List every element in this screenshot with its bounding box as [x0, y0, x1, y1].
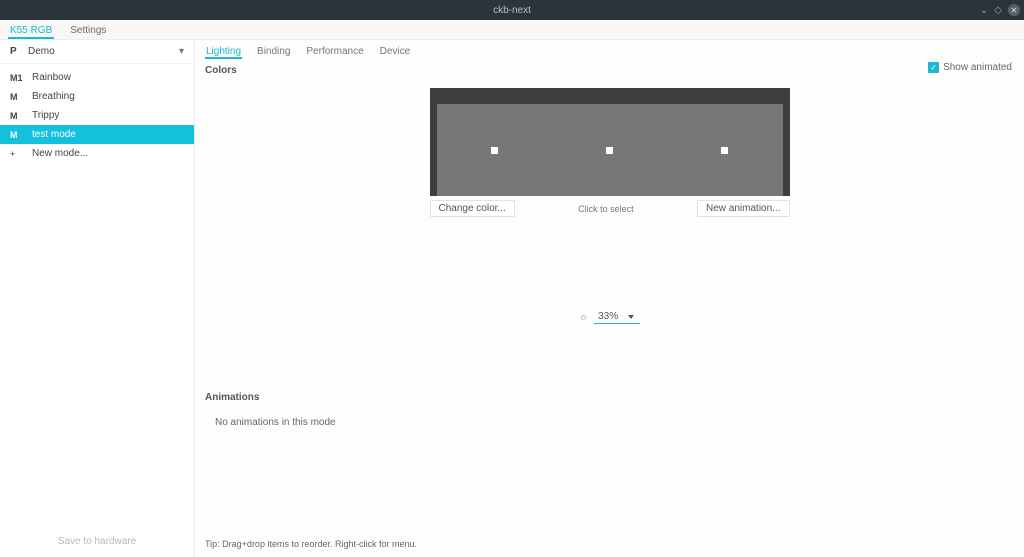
colors-section-label: Colors	[195, 59, 1024, 76]
subtab-device[interactable]: Device	[379, 44, 412, 59]
plus-icon: +	[10, 149, 32, 159]
mode-list: M1 Rainbow M Breathing M Trippy M test m…	[0, 64, 194, 528]
subtab-lighting[interactable]: Lighting	[205, 44, 242, 59]
subtab-performance[interactable]: Performance	[305, 44, 364, 59]
profile-name: Demo	[28, 46, 179, 57]
brightness-select[interactable]: 33%	[594, 311, 640, 324]
show-animated-label: Show animated	[943, 62, 1012, 73]
minimize-icon[interactable]: ⌄	[980, 5, 988, 16]
keyboard-zone-row	[437, 104, 783, 196]
mode-item-trippy[interactable]: M Trippy	[0, 106, 194, 125]
mode-item-rainbow[interactable]: M1 Rainbow	[0, 68, 194, 87]
brightness-value: 33%	[598, 311, 618, 322]
maximize-icon[interactable]: ◇	[994, 5, 1002, 16]
profile-letter: P	[10, 46, 28, 57]
window-controls: ⌄ ◇ ✕	[980, 0, 1020, 20]
window-title: ckb-next	[493, 5, 531, 16]
new-animation-button[interactable]: New animation...	[697, 200, 789, 217]
brightness-icon: ☼	[579, 312, 588, 323]
mode-item-testmode[interactable]: M test mode	[0, 125, 194, 144]
close-icon[interactable]: ✕	[1008, 4, 1020, 16]
subtab-binding[interactable]: Binding	[256, 44, 291, 59]
zone-key-2[interactable]	[606, 147, 613, 154]
zone-key-1[interactable]	[491, 147, 498, 154]
sub-tabs: Lighting Binding Performance Device	[195, 40, 1024, 59]
preview-toolbar: Change color... Click to select New anim…	[430, 200, 790, 217]
keyboard-preview[interactable]	[430, 88, 790, 196]
show-animated-toggle[interactable]: ✓ Show animated	[928, 62, 1012, 73]
add-mode[interactable]: + New mode...	[0, 144, 194, 163]
checkbox-icon: ✓	[928, 62, 939, 73]
animations-empty-text: No animations in this mode	[195, 403, 1024, 442]
zone-key-3[interactable]	[721, 147, 728, 154]
device-preview-area: Change color... Click to select New anim…	[430, 88, 790, 217]
main-panel: Lighting Binding Performance Device Colo…	[195, 40, 1024, 557]
change-color-button[interactable]: Change color...	[430, 200, 515, 217]
click-to-select-hint: Click to select	[578, 204, 634, 214]
chevron-down-icon: ▾	[179, 46, 184, 57]
tab-k55-rgb[interactable]: K55 RGB	[8, 21, 54, 39]
device-tabs: K55 RGB Settings	[0, 20, 1024, 40]
profile-selector[interactable]: P Demo ▾	[0, 40, 194, 64]
mode-item-breathing[interactable]: M Breathing	[0, 87, 194, 106]
save-to-hardware-button[interactable]: Save to hardware	[0, 528, 194, 557]
sidebar: P Demo ▾ M1 Rainbow M Breathing M Trippy…	[0, 40, 195, 557]
tab-settings[interactable]: Settings	[68, 21, 108, 39]
brightness-control: ☼ 33%	[195, 311, 1024, 324]
chevron-down-icon	[628, 315, 634, 319]
tip-text: Tip: Drag+drop items to reorder. Right-c…	[205, 539, 417, 549]
window-titlebar: ckb-next ⌄ ◇ ✕	[0, 0, 1024, 20]
animations-section-label: Animations	[195, 324, 1024, 403]
